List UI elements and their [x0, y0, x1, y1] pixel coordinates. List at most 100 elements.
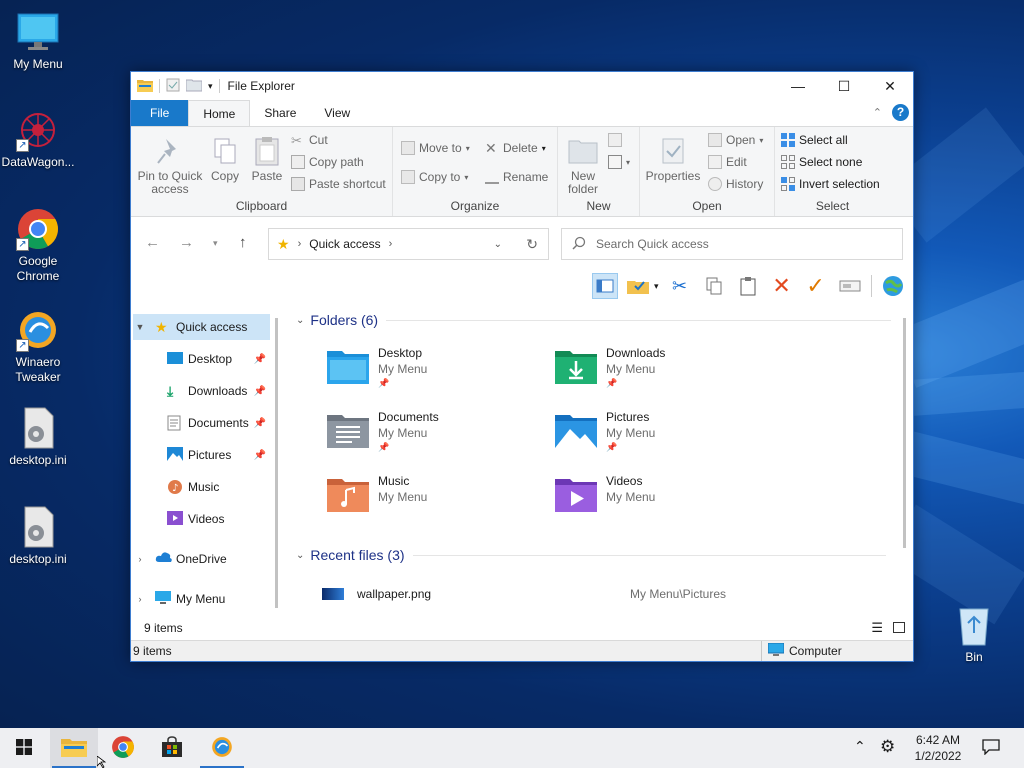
recent-files-section-header[interactable]: ⌄ Recent files (3) [296, 547, 886, 563]
new-folder-button[interactable]: New folder [562, 135, 604, 196]
tab-file[interactable]: File [131, 100, 189, 126]
paste-shortcut-button[interactable]: Paste shortcut [291, 177, 386, 191]
rename-button[interactable]: Rename [485, 170, 548, 184]
nav-item-desktop[interactable]: Desktop 📌 [167, 346, 270, 372]
copy-path-button[interactable]: Copy path [291, 155, 364, 169]
details-view-icon[interactable]: ☰ [871, 620, 883, 636]
nav-item-onedrive[interactable]: › OneDrive [133, 546, 270, 572]
close-button[interactable]: ✕ [867, 72, 913, 100]
customize-quick-access-icon[interactable]: ▾ [208, 81, 213, 92]
maximize-button[interactable]: ☐ [821, 72, 867, 100]
open-button[interactable]: Open ▾ [708, 133, 763, 147]
history-button[interactable]: History [708, 177, 763, 191]
cut-button[interactable]: ✂ Cut [291, 133, 328, 148]
action-center-icon[interactable] [982, 739, 1000, 758]
folder-tile-music[interactable]: Music My Menu [326, 473, 427, 513]
folders-section-header[interactable]: ⌄ Folders (6) [296, 312, 892, 328]
checklist-icon[interactable] [626, 273, 652, 299]
desktop-icon-winaero-tweaker[interactable]: ↗ Winaero Tweaker [0, 308, 76, 385]
paste-button[interactable]: Paste [249, 135, 285, 183]
nav-item-my-menu[interactable]: › My Menu [133, 586, 270, 612]
computer-zone: Computer [761, 641, 842, 661]
delete-toolbar-icon[interactable]: ✕ [769, 273, 795, 299]
start-button[interactable] [0, 728, 48, 768]
taskbar-winaero-tweaker[interactable] [198, 728, 246, 768]
nav-item-videos[interactable]: Videos [167, 506, 270, 532]
tab-view[interactable]: View [310, 100, 364, 126]
recent-file-row[interactable]: wallpaper.png My Menu\Pictures [322, 584, 882, 604]
taskbar-store[interactable] [148, 728, 196, 768]
properties-quick-icon[interactable] [166, 78, 180, 95]
delete-button[interactable]: ✕ Delete ▾ [485, 141, 546, 155]
gear-icon[interactable]: ⚙ [880, 737, 895, 757]
easy-access-button[interactable]: ▾ [608, 155, 630, 169]
nav-item-pictures[interactable]: Pictures 📌 [167, 442, 270, 468]
item-count: 9 items [144, 621, 183, 635]
help-icon[interactable]: ? [892, 104, 909, 121]
minimize-button[interactable]: — [775, 72, 821, 100]
nav-item-quick-access[interactable]: ▼ ★ Quick access [133, 314, 270, 340]
forward-arrow-icon[interactable]: → [179, 234, 194, 251]
navigation-pane-toggle-icon[interactable] [592, 273, 618, 299]
group-label: New [586, 199, 611, 213]
rename-toolbar-icon[interactable] [837, 273, 863, 299]
desktop-icon-datawagon[interactable]: ↗ DataWagon... [0, 108, 76, 170]
chevron-down-icon[interactable]: ▼ [133, 322, 147, 332]
desktop-icon-recycle-bin[interactable]: Bin [936, 603, 1012, 665]
desktop-icon-my-menu[interactable]: My Menu [0, 10, 76, 72]
title-bar[interactable]: ▾ File Explorer — ☐ ✕ [131, 72, 913, 100]
invert-selection-button[interactable]: Invert selection [781, 177, 880, 191]
ribbon: Pin to Quick access Copy Paste ✂ Cut Cop… [131, 126, 913, 217]
tab-share[interactable]: Share [250, 100, 310, 126]
copy-button[interactable]: Copy [207, 135, 243, 183]
show-hidden-icons-icon[interactable]: ⌃ [854, 738, 866, 755]
nav-item-music[interactable]: ♪ Music [167, 474, 270, 500]
shortcut-arrow-icon: ↗ [16, 238, 29, 251]
system-clock[interactable]: 6:42 AM 1/2/2022 [906, 732, 970, 764]
address-dropdown-icon[interactable]: ⌄ [494, 239, 502, 250]
desktop-icon-google-chrome[interactable]: ↗ Google Chrome [0, 207, 76, 284]
chevron-right-icon[interactable]: › [133, 554, 147, 564]
recent-locations-icon[interactable]: ▾ [213, 238, 218, 249]
address-bar[interactable]: ★ › Quick access › ⌄ ↻ [268, 228, 549, 260]
cut-toolbar-icon[interactable]: ✂ [667, 273, 693, 299]
tab-home[interactable]: Home [188, 100, 251, 127]
search-box[interactable]: Search Quick access [561, 228, 903, 260]
copy-toolbar-icon[interactable] [701, 273, 727, 299]
desktop-icon-desktop-ini-1[interactable]: desktop.ini [0, 406, 76, 468]
pin-to-quick-access-button[interactable]: Pin to Quick access [135, 135, 205, 196]
paste-shortcut-icon [291, 177, 305, 191]
folder-tile-desktop[interactable]: Desktop My Menu 📌 [326, 345, 427, 389]
large-icons-view-icon[interactable] [893, 622, 905, 633]
up-arrow-icon[interactable]: ↑ [239, 234, 247, 251]
nav-pane-scrollbar[interactable] [275, 318, 278, 608]
new-item-button[interactable] [608, 133, 622, 147]
nav-item-documents[interactable]: Documents 📌 [167, 410, 270, 436]
nav-item-downloads[interactable]: ⤓ Downloads 📌 [167, 378, 270, 404]
desktop-icon-desktop-ini-2[interactable]: desktop.ini [0, 505, 76, 567]
chevron-right-icon[interactable]: › [133, 594, 147, 604]
properties-button[interactable]: Properties [642, 135, 704, 183]
folder-tile-videos[interactable]: Videos My Menu [554, 473, 655, 513]
select-none-button[interactable]: Select none [781, 155, 862, 169]
move-to-button[interactable]: Move to ▾ [401, 141, 470, 155]
chevron-up-icon[interactable]: ⌃ [873, 106, 882, 119]
new-folder-quick-icon[interactable] [185, 78, 203, 95]
file-explorer-icon [61, 736, 87, 761]
back-arrow-icon[interactable]: ← [145, 234, 160, 251]
globe-icon[interactable] [880, 273, 906, 299]
checkmark-icon[interactable]: ✓ [803, 273, 829, 299]
content-scrollbar[interactable] [903, 318, 906, 548]
taskbar-file-explorer[interactable] [50, 728, 98, 768]
refresh-icon[interactable]: ↻ [526, 236, 538, 253]
edit-button[interactable]: Edit [708, 155, 747, 169]
folder-tile-downloads[interactable]: Downloads My Menu 📌 [554, 345, 665, 389]
windows-logo-icon [16, 738, 32, 758]
folder-tile-pictures[interactable]: Pictures My Menu 📌 [554, 409, 655, 453]
copy-to-button[interactable]: Copy to ▾ [401, 170, 468, 184]
select-all-button[interactable]: Select all [781, 133, 848, 147]
desktop-icon-label: Winaero Tweaker [15, 355, 61, 384]
paste-toolbar-icon[interactable] [735, 273, 761, 299]
dropdown-arrow-icon[interactable]: ▾ [654, 281, 659, 292]
folder-tile-documents[interactable]: Documents My Menu 📌 [326, 409, 439, 453]
